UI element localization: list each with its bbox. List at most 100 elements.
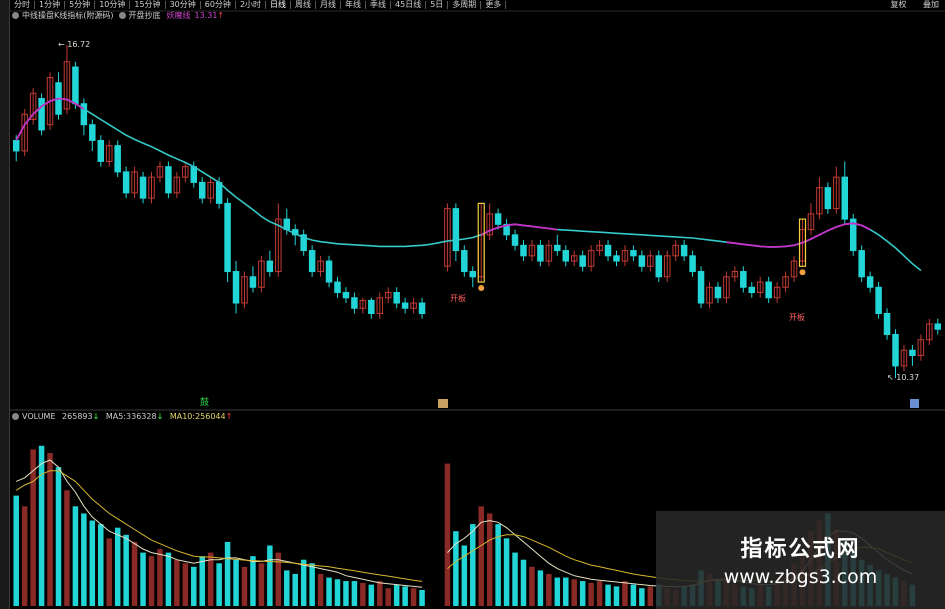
ma10-arrow: ↑: [225, 412, 233, 421]
volume-bar: [98, 524, 104, 606]
candle-body: [351, 297, 358, 309]
volume-bar: [300, 559, 307, 606]
volume-bar: [554, 577, 561, 606]
candle-body: [824, 187, 832, 210]
volume-bar: [402, 586, 408, 606]
volume-value: 265893: [62, 412, 93, 421]
volume-bar: [563, 577, 569, 606]
marker-right-icon[interactable]: [910, 399, 919, 408]
candle-body: [765, 281, 772, 299]
app-window: 分时 1分钟 5分钟 10分钟 15分钟 30分钟 60分钟 2小时 日线 周线 月线 年线 季线 45日…: [0, 0, 945, 609]
watermark: 指标公式网 www.zbgs3.com: [656, 511, 945, 609]
candle-body: [875, 286, 882, 314]
high-price-value: 16.72: [67, 40, 91, 49]
volume-bar: [351, 581, 358, 606]
candle-body: [841, 176, 849, 220]
candle-body: [342, 292, 350, 299]
candle-body: [740, 271, 747, 288]
signal-dot: [478, 285, 485, 292]
volume-bar: [486, 513, 493, 606]
candle-body: [198, 181, 206, 199]
candle-body: [224, 202, 231, 273]
volume-bar: [326, 577, 332, 606]
volume-bar: [267, 545, 273, 606]
volume-bar: [512, 552, 518, 606]
volume-bar: [537, 570, 544, 606]
volume-bar: [199, 556, 205, 606]
volume-bar: [224, 541, 231, 606]
candle-body: [232, 271, 240, 304]
candle-body: [114, 145, 121, 173]
volume-bar: [157, 549, 163, 606]
volume-bar: [72, 506, 79, 606]
candle-body: [266, 260, 274, 273]
candle-body: [190, 166, 198, 183]
candle-body: [122, 171, 130, 194]
candle-body: [714, 286, 722, 299]
volume-bar: [360, 582, 366, 606]
volume-bar: [546, 573, 552, 606]
volume-settings-icon[interactable]: [12, 413, 19, 420]
volume-bar: [106, 538, 112, 606]
volume-bar: [503, 538, 510, 606]
volume-bar: [131, 541, 138, 606]
marker-mid-icon[interactable]: [438, 399, 448, 408]
ma5-arrow: ↓: [156, 412, 164, 421]
volume-bar: [317, 573, 324, 606]
ma5-value: 336328: [126, 412, 157, 421]
ma-purple-segment: [726, 222, 871, 248]
watermark-title: 指标公式网: [740, 537, 861, 562]
volume-bar: [529, 566, 535, 606]
candle-body: [401, 302, 409, 309]
candle-body: [748, 286, 756, 294]
candle-body: [554, 244, 561, 252]
volume-bar: [478, 506, 484, 606]
volume-bar: [647, 586, 654, 606]
volume-bar: [613, 586, 620, 606]
watermark-url: www.zbgs3.com: [723, 566, 878, 588]
volume-bar: [605, 584, 611, 606]
volume-bar: [140, 552, 146, 606]
volume-bar: [579, 581, 586, 606]
candle-body: [452, 208, 460, 252]
candle-body: [97, 139, 105, 162]
candle-body: [697, 271, 705, 304]
candle-body: [866, 276, 874, 288]
candle-body: [165, 166, 172, 194]
volume-bar: [393, 584, 400, 606]
signal-label-1: 开板: [450, 294, 466, 303]
candle-body: [537, 244, 544, 262]
volume-bar: [622, 581, 628, 606]
volume-bar: [81, 513, 87, 606]
candle-body: [689, 255, 696, 273]
candle-body: [461, 250, 468, 273]
ma10-label: MA10:: [169, 412, 196, 421]
candle-body: [655, 255, 663, 278]
candle-body: [883, 312, 891, 335]
volume-bar: [571, 579, 577, 606]
volume-bar: [13, 495, 19, 606]
candle-body: [638, 255, 646, 267]
candle-body: [393, 292, 400, 304]
volume-bar: [38, 445, 45, 606]
candle-body: [858, 250, 865, 278]
candle-body: [38, 97, 45, 131]
marker-left[interactable]: 鼓: [200, 398, 209, 408]
volume-bar: [250, 556, 256, 606]
volume-bar: [292, 573, 298, 606]
signal-label-2: 开板: [789, 313, 805, 322]
volume-bar: [64, 490, 70, 606]
volume-bar: [385, 588, 391, 606]
candle-body: [308, 250, 316, 273]
volume-bar: [216, 563, 222, 606]
candle-body: [469, 271, 477, 278]
volume-bar: [21, 506, 28, 606]
high-price-label: ← 16.72: [58, 40, 91, 49]
candle-body: [72, 66, 79, 105]
volume-bar: [182, 563, 189, 606]
volume-bar: [309, 563, 315, 606]
candle-body: [520, 244, 527, 257]
candle-body: [494, 213, 502, 225]
volume-bar: [444, 463, 451, 606]
candle-body: [562, 250, 570, 262]
